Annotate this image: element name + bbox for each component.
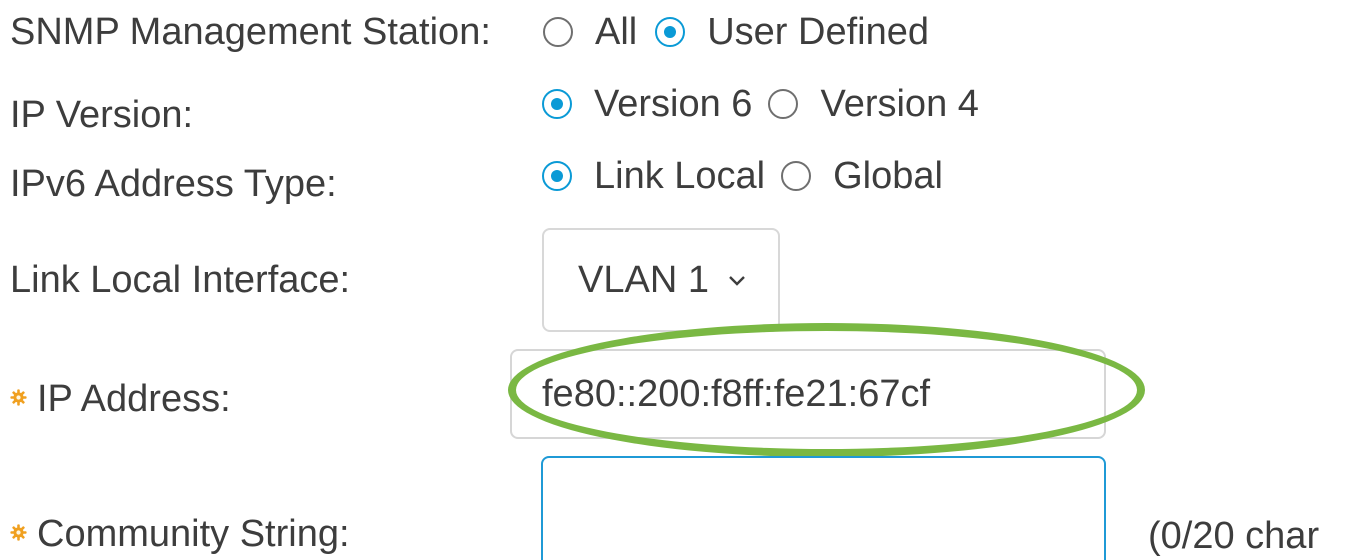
ipv6-global-radio[interactable] [781, 161, 812, 191]
ipv6-address-type-radio-group: Link Local Global [542, 154, 967, 198]
community-string-char-count: (0/20 char [1148, 515, 1320, 557]
link-local-interface-value: VLAN 1 [578, 258, 709, 301]
required-gear-icon [10, 389, 27, 407]
ip-version-4-label[interactable]: Version 4 [820, 82, 978, 126]
ip-address-value: fe80::200:f8ff:fe21:67cf [542, 372, 931, 415]
chevron-down-icon [729, 276, 745, 286]
snmp-station-all-label[interactable]: All [595, 10, 637, 54]
ip-address-label-row: IP Address: [10, 377, 231, 421]
ipv6-address-type-label: IPv6 Address Type: [10, 163, 337, 205]
ip-version-label: IP Version: [10, 94, 194, 136]
snmp-station-user-defined-label[interactable]: User Defined [707, 10, 929, 54]
snmp-station-all-radio[interactable] [543, 17, 573, 47]
ip-version-6-radio[interactable] [542, 89, 572, 119]
ip-address-label: IP Address: [37, 378, 231, 420]
required-gear-icon [10, 524, 27, 542]
community-string-input[interactable] [541, 456, 1106, 560]
snmp-station-label: SNMP Management Station: [10, 11, 491, 53]
ipv6-link-local-label[interactable]: Link Local [594, 154, 765, 198]
community-string-label-row: Community String: [10, 512, 350, 556]
ipv6-link-local-radio[interactable] [542, 161, 572, 191]
snmp-station-radio-group: All User Defined [543, 10, 953, 54]
ipv6-global-label[interactable]: Global [833, 154, 943, 198]
snmp-station-user-defined-radio[interactable] [655, 17, 686, 47]
link-local-interface-label: Link Local Interface: [10, 259, 351, 301]
community-string-label: Community String: [37, 513, 350, 555]
ip-version-6-label[interactable]: Version 6 [594, 82, 752, 126]
ip-version-4-radio[interactable] [768, 89, 799, 119]
ip-address-input[interactable]: fe80::200:f8ff:fe21:67cf [510, 349, 1106, 439]
ip-version-radio-group: Version 6 Version 4 [542, 82, 1003, 126]
link-local-interface-select[interactable]: VLAN 1 [542, 228, 780, 332]
